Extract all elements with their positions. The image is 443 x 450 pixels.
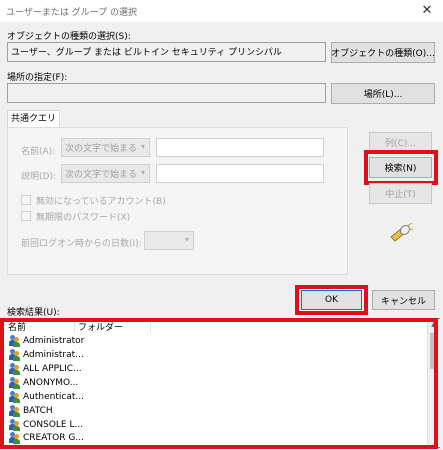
title-bar: ユーザーまたは グループ の選択 ✕ (0, 0, 443, 22)
description-label: 説明(D): (21, 172, 56, 182)
days-since-logon-dropdown[interactable]: ▾ (144, 231, 194, 250)
close-icon[interactable]: ✕ (414, 1, 440, 21)
object-type-field: ユーザー、グループ または ビルトイン セキュリティ プリンシパル (7, 42, 326, 62)
non-expiring-password-checkbox[interactable] (21, 211, 31, 221)
location-label: 場所の指定(F): (7, 73, 68, 83)
results-highlight-box (0, 318, 438, 449)
stop-button[interactable]: 中止(T) (369, 183, 432, 204)
window-title: ユーザーまたは グループ の選択 (6, 8, 138, 18)
common-query-panel: 名前(A): 次の文字で始まる ▾ 説明(D): 次の文字で始まる ▾ 無効にな… (7, 127, 348, 275)
select-users-dialog: ユーザーまたは グループ の選択 ✕ オブジェクトの種類の選択(S): ユーザー… (0, 0, 443, 450)
chevron-down-icon: ▾ (184, 235, 189, 244)
search-highlight-box (364, 150, 438, 185)
search-flashlight-icon (388, 222, 414, 244)
non-expiring-password-label: 無期限のパスワード(X) (36, 213, 131, 223)
name-match-dropdown[interactable]: 次の文字で始まる ▾ (61, 138, 150, 157)
location-field (7, 83, 326, 103)
description-input[interactable] (156, 164, 324, 183)
days-since-logon-label: 前回ログオン時からの日数(I): (21, 239, 142, 249)
object-type-label: オブジェクトの種類の選択(S): (7, 32, 131, 42)
results-label: 検索結果(U): (7, 308, 60, 318)
ok-button[interactable]: OK (301, 290, 362, 310)
description-match-value: 次の文字で始まる (65, 170, 138, 180)
tab-common-query[interactable]: 共通クエリ (7, 110, 60, 128)
disabled-accounts-label: 無効になっているアカウント(B) (36, 197, 166, 207)
name-match-value: 次の文字で始まる (65, 144, 138, 154)
name-label: 名前(A): (21, 147, 56, 157)
object-types-button[interactable]: オブジェクトの種類(O)... (331, 42, 435, 63)
chevron-down-icon: ▾ (140, 142, 145, 151)
chevron-down-icon: ▾ (140, 168, 145, 177)
description-match-dropdown[interactable]: 次の文字で始まる ▾ (61, 164, 150, 183)
cancel-button[interactable]: キャンセル (372, 290, 435, 310)
disabled-accounts-checkbox[interactable] (21, 195, 31, 205)
name-input[interactable] (156, 138, 324, 157)
locations-button[interactable]: 場所(L)... (331, 83, 435, 104)
